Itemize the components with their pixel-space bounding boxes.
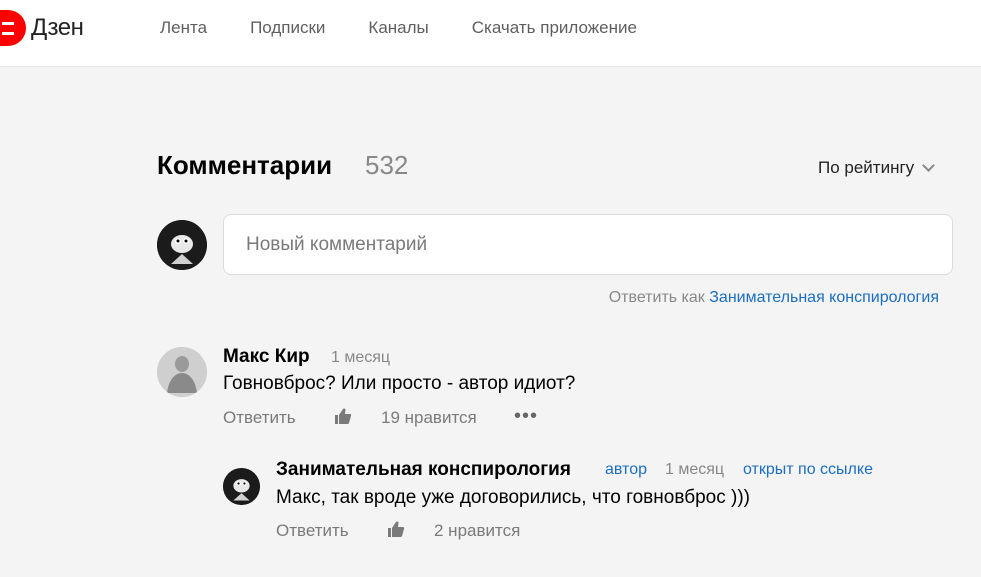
- comment-likes: 19 нравится: [381, 408, 477, 427]
- nav-item-subscriptions[interactable]: Подписки: [250, 18, 325, 38]
- chevron-down-icon: [922, 159, 936, 172]
- reply-author[interactable]: Занимательная конспирология: [276, 459, 571, 481]
- reply-author-avatar[interactable]: [223, 468, 260, 505]
- nav-item-feed[interactable]: Лента: [160, 18, 207, 38]
- opened-by-link-badge: открыт по ссылке: [743, 461, 873, 478]
- commenter-avatar[interactable]: [157, 347, 207, 397]
- main-nav: Лента Подписки Каналы Скачать приложение: [160, 0, 680, 56]
- new-comment-input[interactable]: [223, 214, 953, 275]
- dzen-logo[interactable]: Дзен: [0, 10, 84, 46]
- sort-dropdown[interactable]: По рейтингу: [818, 158, 936, 178]
- comments-title: Комментарии: [157, 150, 333, 180]
- more-options-icon[interactable]: •••: [514, 405, 538, 428]
- thumbs-up-icon[interactable]: [334, 407, 352, 425]
- comments-count: 532: [365, 150, 409, 180]
- comment-time: 1 месяц: [331, 349, 391, 366]
- reply-time: 1 месяц: [665, 461, 725, 478]
- comment-reply-button[interactable]: Ответить: [223, 408, 296, 428]
- comment-text: Говновброс? Или просто - автор идиот?: [223, 373, 576, 394]
- dzen-logo-icon: [0, 10, 26, 46]
- logo-text: Дзен: [31, 14, 84, 41]
- thumbs-up-icon[interactable]: [387, 520, 405, 538]
- comment-author[interactable]: Макс Кир: [223, 346, 310, 368]
- reply-as: Ответить как Занимательная конспирология: [609, 289, 939, 307]
- reply-reply-button[interactable]: Ответить: [276, 521, 349, 541]
- reply-as-channel-link[interactable]: Занимательная конспирология: [709, 289, 939, 306]
- top-bar: Дзен Лента Подписки Каналы Скачать прило…: [0, 0, 981, 67]
- current-user-avatar: [157, 220, 207, 270]
- reply-as-prefix: Ответить как: [608, 289, 705, 306]
- nav-item-download-app[interactable]: Скачать приложение: [472, 18, 637, 38]
- reply-text: Макс, так вроде уже договорились, что го…: [276, 487, 750, 508]
- nav-item-channels[interactable]: Каналы: [368, 18, 428, 38]
- reply-likes: 2 нравится: [434, 521, 521, 540]
- sort-label: По рейтингу: [818, 158, 915, 177]
- author-badge: автор: [605, 461, 647, 478]
